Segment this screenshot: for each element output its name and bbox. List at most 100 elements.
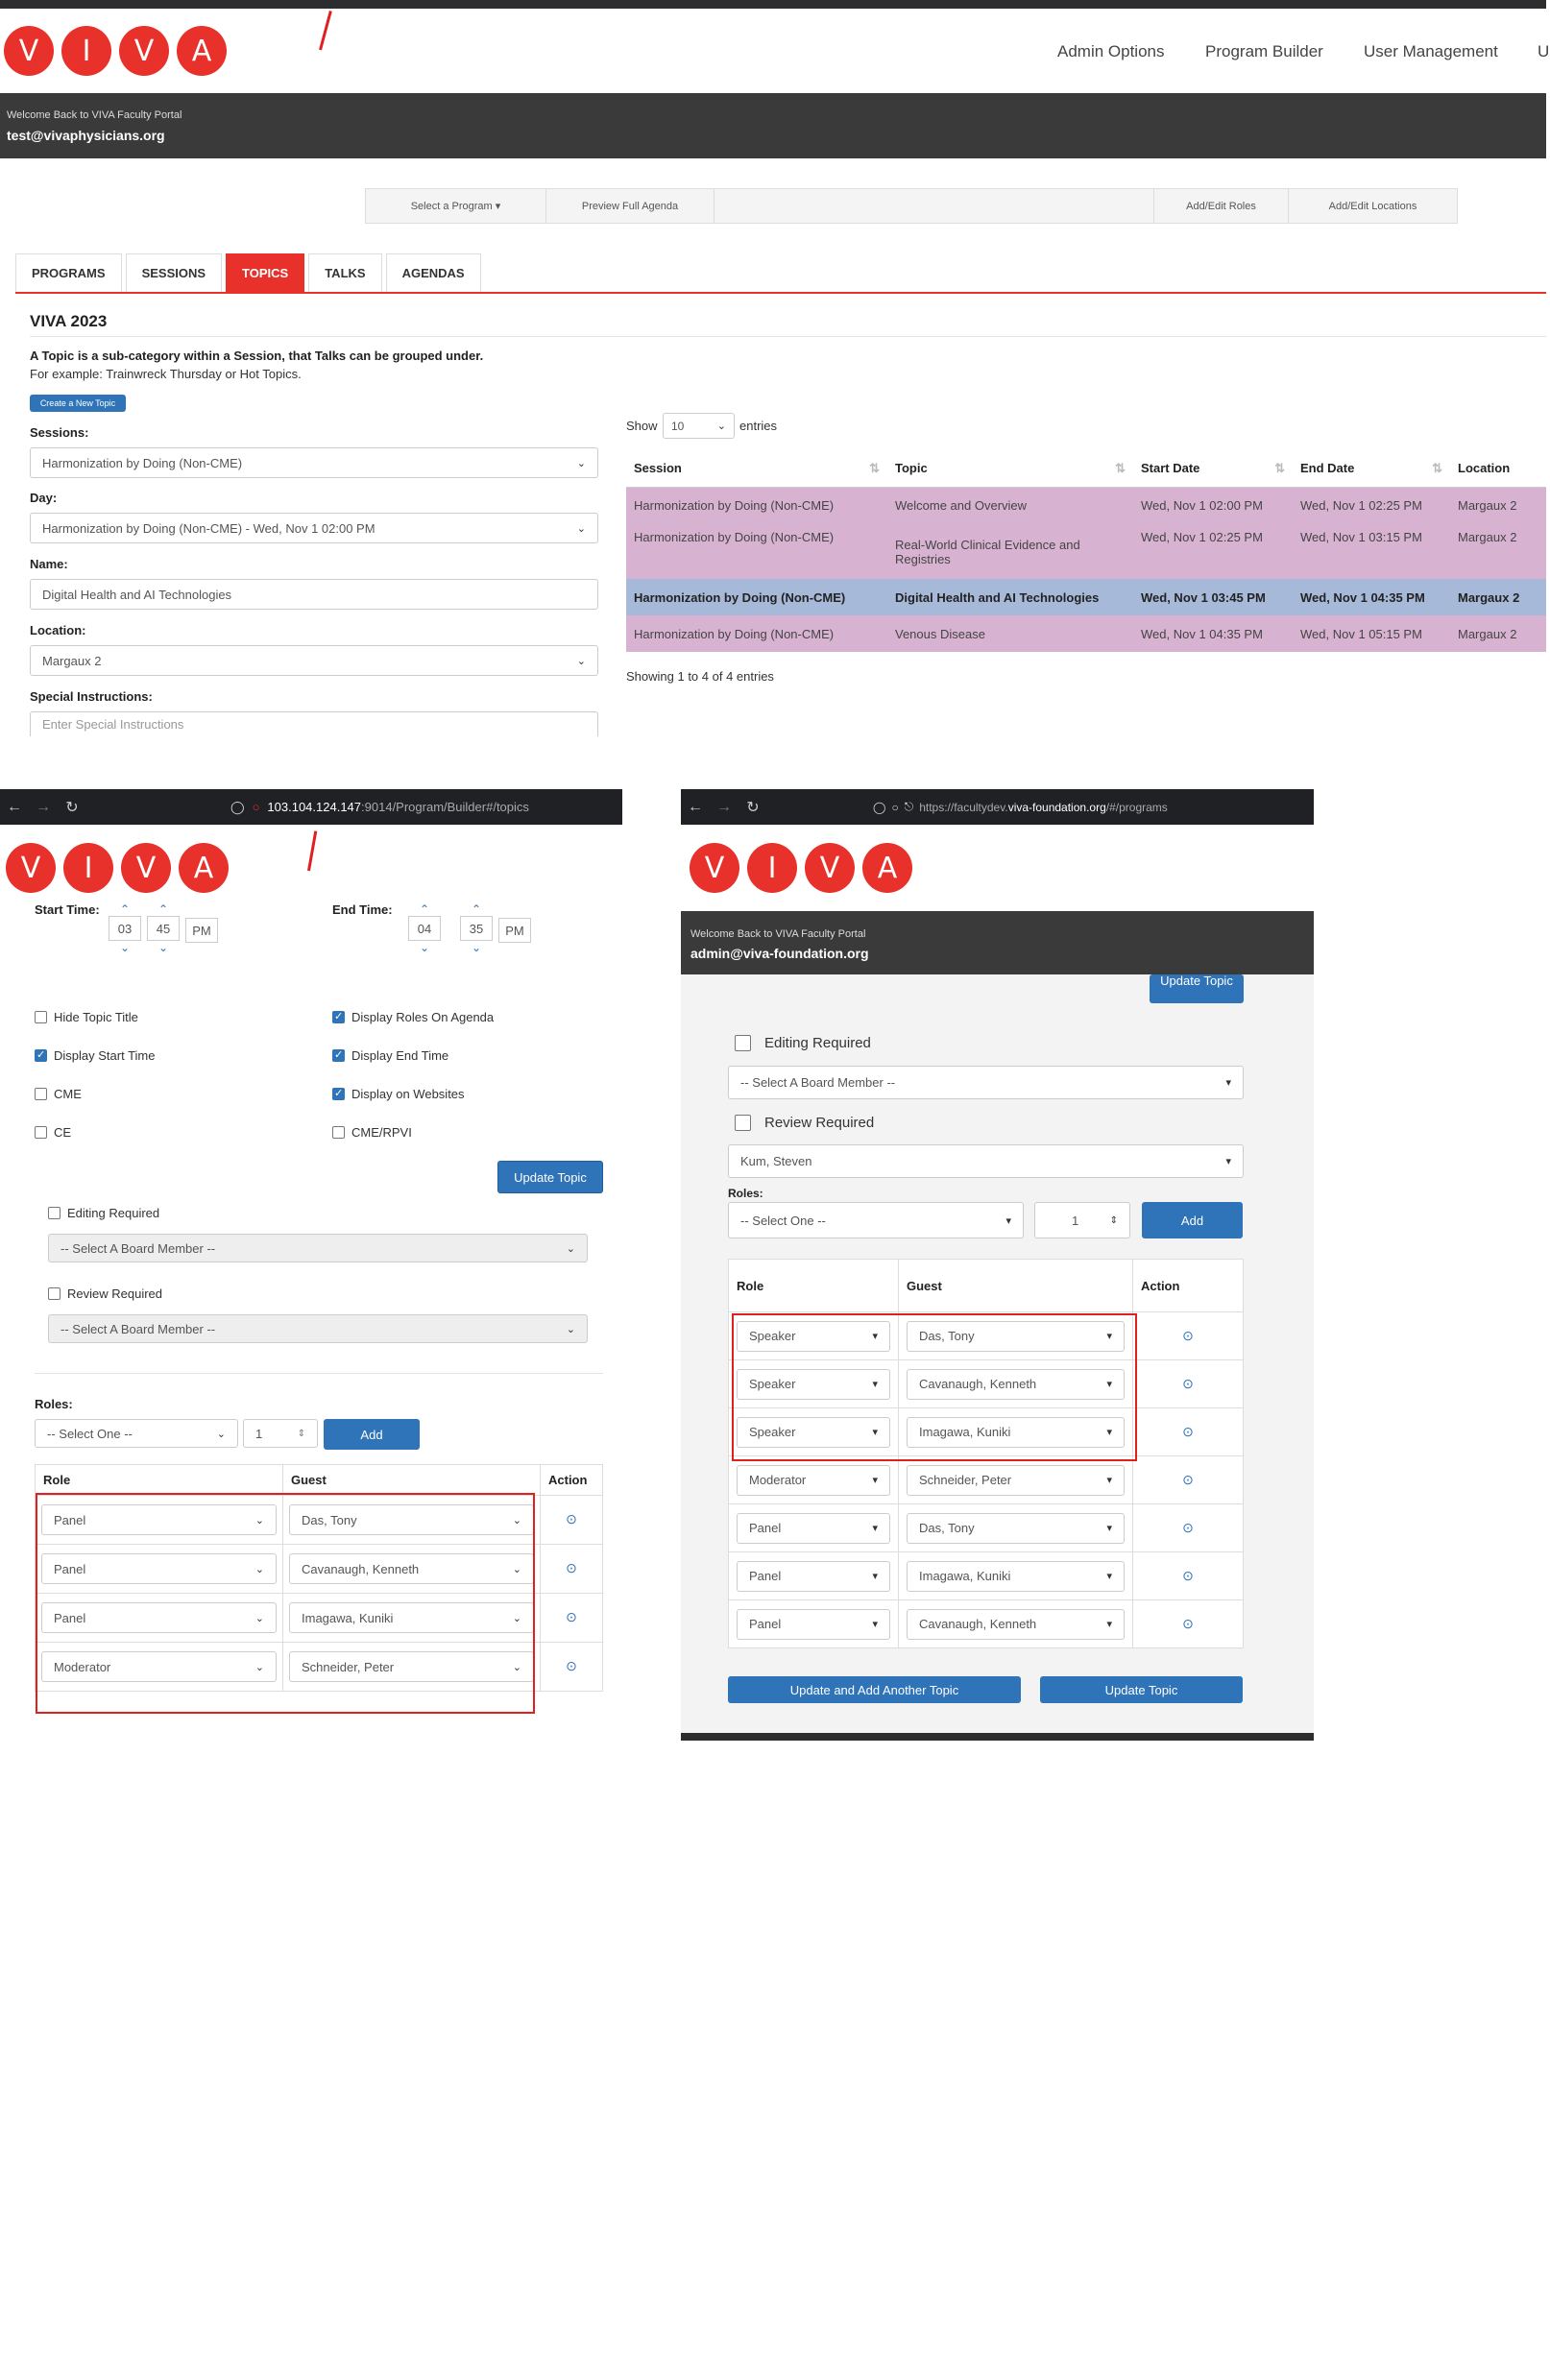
tab-agendas[interactable]: AGENDAS	[385, 253, 481, 292]
chevron-up-icon[interactable]: ⌃	[408, 902, 441, 916]
roles-quantity-input[interactable]: 1 ⇕	[1034, 1202, 1130, 1238]
url-bar[interactable]: ◯ ○ 103.104.124.147:9014/Program/Builder…	[230, 800, 529, 815]
remove-icon[interactable]: ⊙	[1182, 1472, 1194, 1487]
remove-icon[interactable]: ⊙	[566, 1560, 577, 1575]
remove-icon[interactable]: ⊙	[566, 1658, 577, 1673]
chevron-down-icon[interactable]: ⌄	[460, 941, 493, 954]
cme-rpvi-checkbox[interactable]: CME/RPVI	[332, 1125, 412, 1140]
role-select[interactable]: Moderator ▾	[737, 1464, 890, 1496]
display-end-time-checkbox[interactable]: Display End Time	[332, 1048, 448, 1063]
location-select[interactable]: Margaux 2 ⌄	[30, 645, 598, 676]
chevron-up-icon[interactable]: ⌃	[460, 902, 493, 916]
col-end-date[interactable]: End Date ⇅	[1293, 450, 1450, 488]
update-topic-bottom-button[interactable]: Update Topic	[1040, 1676, 1243, 1703]
preview-agenda-button[interactable]: Preview Full Agenda	[546, 189, 714, 223]
start-hour-input[interactable]: 03	[109, 916, 141, 941]
col-start-date[interactable]: Start Date ⇅	[1133, 450, 1293, 488]
display-start-time-checkbox[interactable]: Display Start Time	[35, 1048, 155, 1063]
chevron-down-icon[interactable]: ⌄	[109, 941, 141, 954]
chevron-up-icon[interactable]: ⌃	[109, 902, 141, 916]
col-topic[interactable]: Topic ⇅	[887, 450, 1133, 488]
chevron-up-icon[interactable]: ⌃	[147, 902, 180, 916]
back-icon[interactable]: ←	[0, 799, 29, 816]
create-topic-button[interactable]: Create a New Topic	[30, 395, 126, 412]
remove-icon[interactable]: ⊙	[566, 1609, 577, 1624]
display-roles-checkbox[interactable]: Display Roles On Agenda	[332, 1010, 494, 1024]
tab-talks[interactable]: TALKS	[308, 253, 382, 292]
remove-icon[interactable]: ⊙	[1182, 1520, 1194, 1535]
role-select[interactable]: Panel ▾	[737, 1560, 890, 1592]
special-instructions-input[interactable]: Enter Special Instructions	[30, 711, 598, 736]
start-ampm-button[interactable]: PM	[185, 918, 218, 943]
remove-icon[interactable]: ⊙	[1182, 1568, 1194, 1583]
remove-icon[interactable]: ⊙	[1182, 1328, 1194, 1343]
edit-roles-button[interactable]: Add/Edit Roles	[1154, 189, 1289, 223]
tab-topics[interactable]: TOPICS	[226, 253, 305, 292]
col-location[interactable]: Location	[1450, 450, 1546, 488]
reload-icon[interactable]: ↻	[58, 798, 86, 817]
remove-icon[interactable]: ⊙	[566, 1511, 577, 1527]
ce-checkbox[interactable]: CE	[35, 1125, 71, 1140]
remove-icon[interactable]: ⊙	[1182, 1616, 1194, 1631]
table-row[interactable]: Harmonization by Doing (Non-CME) Venous …	[626, 615, 1546, 652]
table-row[interactable]: Harmonization by Doing (Non-CME) Welcome…	[626, 487, 1546, 524]
viva-logo[interactable]: V I V A	[690, 843, 912, 893]
add-role-button[interactable]: Add	[324, 1419, 420, 1450]
editing-board-select[interactable]: -- Select A Board Member -- ▾	[728, 1066, 1244, 1099]
table-row[interactable]: Harmonization by Doing (Non-CME) Real-Wo…	[626, 524, 1546, 579]
guest-select[interactable]: Das, Tony ▾	[907, 1512, 1125, 1544]
table-row-selected[interactable]: Harmonization by Doing (Non-CME) Digital…	[626, 579, 1546, 615]
spinner-icon[interactable]: ⇕	[1110, 1215, 1118, 1226]
remove-icon[interactable]: ⊙	[1182, 1424, 1194, 1439]
nav-admin-options[interactable]: Admin Options	[1057, 42, 1165, 61]
nav-more[interactable]: U	[1538, 42, 1549, 61]
spinner-icon[interactable]: ⇕	[298, 1429, 305, 1439]
hide-topic-title-checkbox[interactable]: Hide Topic Title	[35, 1010, 138, 1024]
show-entries-select[interactable]: 10 ⌄	[663, 413, 735, 439]
update-and-add-button[interactable]: Update and Add Another Topic	[728, 1676, 1021, 1703]
nav-user-management[interactable]: User Management	[1364, 42, 1498, 61]
guest-select[interactable]: Cavanaugh, Kenneth ▾	[907, 1608, 1125, 1640]
nav-program-builder[interactable]: Program Builder	[1205, 42, 1323, 61]
sessions-select[interactable]: Harmonization by Doing (Non-CME) ⌄	[30, 447, 598, 478]
chevron-down-icon[interactable]: ⌄	[147, 941, 180, 954]
url-bar[interactable]: ◯ ○ ⎋ https://facultydev. viva-foundation…	[873, 800, 1168, 814]
guest-select[interactable]: Schneider, Peter ▾	[907, 1464, 1125, 1496]
editing-required-checkbox[interactable]: Editing Required	[735, 1035, 871, 1051]
forward-icon[interactable]: →	[710, 799, 739, 816]
role-select[interactable]: Panel ▾	[737, 1512, 890, 1544]
review-board-select[interactable]: -- Select A Board Member -- ⌄	[48, 1314, 588, 1343]
update-topic-top-button[interactable]: Update Topic	[1150, 974, 1244, 1003]
display-websites-checkbox[interactable]: Display on Websites	[332, 1087, 465, 1101]
editing-board-select[interactable]: -- Select A Board Member -- ⌄	[48, 1234, 588, 1262]
role-select[interactable]: Panel ▾	[737, 1608, 890, 1640]
name-input[interactable]: Digital Health and AI Technologies	[30, 579, 598, 610]
day-select[interactable]: Harmonization by Doing (Non-CME) - Wed, …	[30, 513, 598, 543]
viva-logo[interactable]: V I V A	[4, 26, 227, 76]
chevron-down-icon[interactable]: ⌄	[408, 941, 441, 954]
select-program-dropdown[interactable]: Select a Program ▾	[366, 189, 546, 223]
end-minute-input[interactable]: 35	[460, 916, 493, 941]
review-board-select[interactable]: Kum, Steven ▾	[728, 1144, 1244, 1178]
end-ampm-button[interactable]: PM	[498, 918, 531, 943]
guest-select[interactable]: Imagawa, Kuniki ▾	[907, 1560, 1125, 1592]
cme-checkbox[interactable]: CME	[35, 1087, 82, 1101]
edit-locations-button[interactable]: Add/Edit Locations	[1289, 189, 1457, 223]
review-required-checkbox[interactable]: Review Required	[48, 1286, 162, 1301]
forward-icon[interactable]: →	[29, 799, 58, 816]
update-topic-button[interactable]: Update Topic	[497, 1161, 603, 1193]
roles-select[interactable]: -- Select One -- ⌄	[35, 1419, 238, 1448]
end-hour-input[interactable]: 04	[408, 916, 441, 941]
col-session[interactable]: Session ⇅	[626, 450, 887, 488]
add-role-button[interactable]: Add	[1142, 1202, 1243, 1238]
start-minute-input[interactable]: 45	[147, 916, 180, 941]
roles-quantity-input[interactable]: 1 ⇕	[243, 1419, 318, 1448]
viva-logo[interactable]: V I V A	[6, 843, 229, 893]
review-required-checkbox[interactable]: Review Required	[735, 1115, 874, 1131]
remove-icon[interactable]: ⊙	[1182, 1376, 1194, 1391]
roles-select[interactable]: -- Select One -- ▾	[728, 1202, 1024, 1238]
editing-required-checkbox[interactable]: Editing Required	[48, 1206, 159, 1220]
back-icon[interactable]: ←	[681, 799, 710, 816]
tab-sessions[interactable]: SESSIONS	[125, 253, 223, 292]
tab-programs[interactable]: PROGRAMS	[15, 253, 122, 292]
